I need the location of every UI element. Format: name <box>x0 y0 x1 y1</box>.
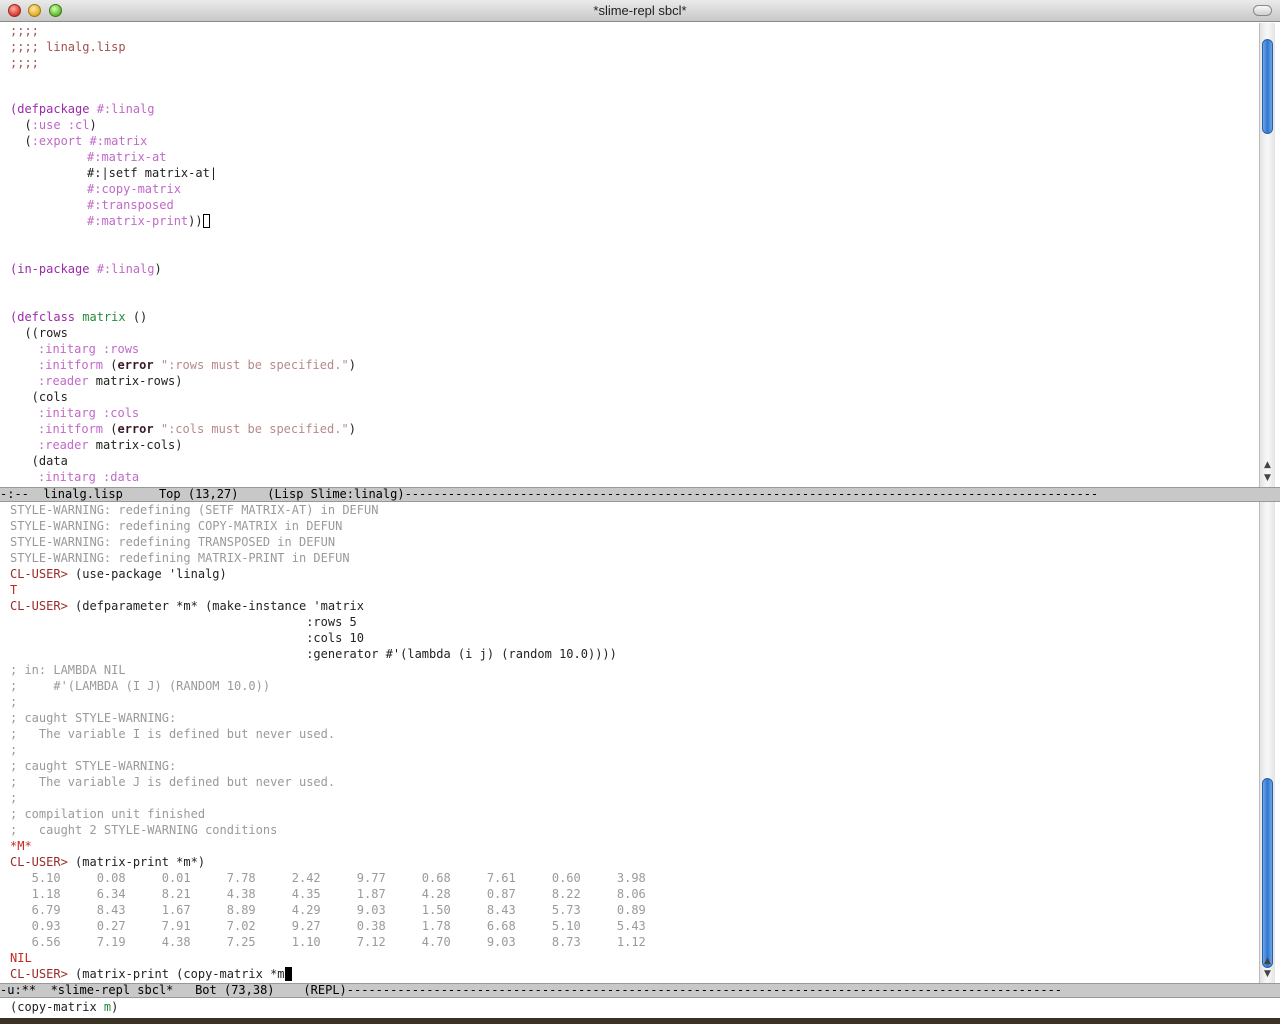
repl-input-line: CL-USER> (use-package 'linalg) <box>10 567 227 581</box>
window-title: *slime-repl sbcl* <box>593 3 687 18</box>
code-line: (in-package #:linalg) <box>10 262 162 276</box>
matrix-row: 6.79 8.43 1.67 8.89 4.29 9.03 1.50 8.43 … <box>10 903 646 917</box>
title-bar: *slime-repl sbcl* <box>0 0 1280 22</box>
repl-warning: STYLE-WARNING: redefining MATRIX-PRINT i… <box>10 551 350 565</box>
code-line: #:copy-matrix <box>87 182 181 196</box>
desktop-background <box>0 1018 1280 1024</box>
code-line: ;;;; <box>10 24 39 38</box>
modeline-repl: -u:** *slime-repl sbcl* Bot (73,38) (REP… <box>0 983 1280 998</box>
scroll-up-arrow-icon[interactable]: ▲ <box>1264 461 1271 470</box>
repl-result: T <box>10 583 18 597</box>
text-cursor <box>284 967 292 981</box>
compiler-note: ; <box>10 743 18 757</box>
editor-scrollbar[interactable]: ▲ ▼ <box>1259 23 1275 487</box>
toolbar-toggle-button[interactable] <box>1253 5 1272 16</box>
code-line: #:matrix-print)) <box>87 213 210 229</box>
matrix-row: 1.18 6.34 8.21 4.38 4.35 1.87 4.28 0.87 … <box>10 887 646 901</box>
code-line: ((rows <box>10 326 68 340</box>
compiler-note: ; <box>10 695 18 709</box>
repl-result: *M* <box>10 839 32 853</box>
repl-scroll-thumb[interactable] <box>1262 778 1273 968</box>
code-line: #:matrix-at <box>87 150 167 164</box>
code-line: :reader matrix-rows) <box>38 374 183 388</box>
matrix-row: 5.10 0.08 0.01 7.78 2.42 9.77 0.68 7.61 … <box>10 871 646 885</box>
compiler-note: ; #'(LAMBDA (I J) (RANDOM 10.0)) <box>10 679 271 693</box>
repl-input-line: :cols 10 <box>10 631 365 645</box>
arglist-hint: (copy-matrix m) <box>10 1000 119 1014</box>
code-line: #:transposed <box>87 198 174 212</box>
repl-current-input[interactable]: CL-USER> (matrix-print (copy-matrix *m <box>10 966 292 982</box>
code-line: (data <box>10 454 68 468</box>
code-line: :initarg :cols <box>38 406 140 420</box>
scroll-down-arrow-icon[interactable]: ▼ <box>1264 970 1271 979</box>
repl-warning: STYLE-WARNING: redefining TRANSPOSED in … <box>10 535 336 549</box>
editor-pane-linalg[interactable]: ;;;; ;;;; linalg.lisp ;;;; (defpackage #… <box>0 23 1258 487</box>
code-line: :initform (error ":cols must be specifie… <box>38 422 356 436</box>
compiler-note: ; caught 2 STYLE-WARNING conditions <box>10 823 278 837</box>
code-line: (defpackage #:linalg <box>10 102 155 116</box>
emacs-window: *slime-repl sbcl* ;;;; ;;;; linalg.lisp … <box>0 0 1280 1018</box>
repl-pane[interactable]: STYLE-WARNING: redefining (SETF MATRIX-A… <box>0 502 1258 984</box>
code-line: ;;;; <box>10 56 39 70</box>
code-line: :initarg :rows <box>38 342 140 356</box>
code-line: :initarg :data <box>38 470 140 484</box>
compiler-note: ; The variable J is defined but never us… <box>10 775 336 789</box>
code-line: :reader matrix-cols) <box>38 438 183 452</box>
compiler-note: ; compilation unit finished <box>10 807 206 821</box>
repl-input-line: :generator #'(lambda (i j) (random 10.0)… <box>10 647 617 661</box>
code-line: #:|setf matrix-at| <box>87 166 218 180</box>
repl-result: NIL <box>10 951 32 965</box>
code-line: (:export #:matrix <box>10 134 148 148</box>
repl-scrollbar[interactable]: ▲ ▼ <box>1259 502 1275 984</box>
editor-scroll-thumb[interactable] <box>1262 39 1273 134</box>
text-cursor <box>202 214 210 228</box>
compiler-note: ; caught STYLE-WARNING: <box>10 711 177 725</box>
compiler-note: ; caught STYLE-WARNING: <box>10 759 177 773</box>
repl-warning: STYLE-WARNING: redefining (SETF MATRIX-A… <box>10 503 379 517</box>
code-line: (cols <box>10 390 68 404</box>
scroll-up-arrow-icon[interactable]: ▲ <box>1264 957 1271 966</box>
modeline-linalg: -:-- linalg.lisp Top (13,27) (Lisp Slime… <box>0 487 1280 502</box>
scroll-down-arrow-icon[interactable]: ▼ <box>1264 474 1271 483</box>
code-line: (:use :cl) <box>10 118 97 132</box>
code-line: (defclass matrix () <box>10 310 148 324</box>
code-line: :initform (error ":rows must be specifie… <box>38 358 356 372</box>
repl-input-line: CL-USER> (matrix-print *m*) <box>10 855 206 869</box>
matrix-row: 6.56 7.19 4.38 7.25 1.10 7.12 4.70 9.03 … <box>10 935 646 949</box>
compiler-note: ; <box>10 791 18 805</box>
echo-area: (copy-matrix m) <box>0 999 1280 1018</box>
code-line: ;;;; linalg.lisp <box>10 40 126 54</box>
repl-input-line: CL-USER> (defparameter *m* (make-instanc… <box>10 599 365 613</box>
compiler-note: ; in: LAMBDA NIL <box>10 663 126 677</box>
compiler-note: ; The variable I is defined but never us… <box>10 727 336 741</box>
repl-warning: STYLE-WARNING: redefining COPY-MATRIX in… <box>10 519 343 533</box>
repl-input-line: :rows 5 <box>10 615 357 629</box>
matrix-row: 0.93 0.27 7.91 7.02 9.27 0.38 1.78 6.68 … <box>10 919 646 933</box>
